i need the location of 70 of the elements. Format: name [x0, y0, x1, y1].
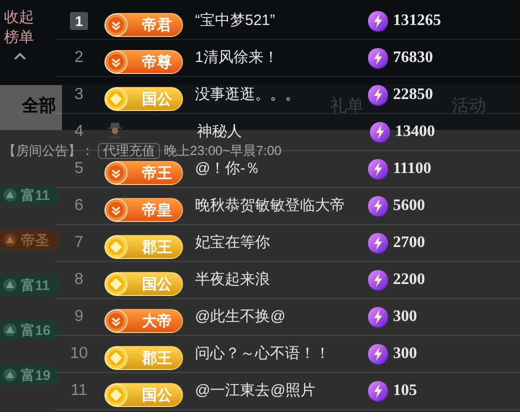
chevron-icon — [104, 309, 128, 333]
rank-number: 9 — [74, 307, 84, 327]
rank-number: 2 — [74, 48, 84, 68]
lightning-coin-icon — [367, 195, 389, 217]
lightning-coin-icon — [367, 158, 389, 180]
rank-badge: 大帝 — [105, 309, 183, 333]
rank-number: 11 — [70, 381, 88, 401]
chevron-icon — [104, 161, 128, 185]
user-name: 妃宝在等你 — [195, 232, 270, 253]
score: 300 — [392, 307, 417, 327]
lightning-coin-icon — [367, 343, 389, 365]
rank-badge: 郡王 — [105, 235, 183, 259]
lightning-coin-icon — [367, 306, 389, 328]
rank-number: 4 — [74, 122, 84, 142]
level-badge: 富11 — [0, 185, 60, 205]
user-name: 神秘人 — [197, 122, 242, 142]
score: 105 — [392, 381, 417, 401]
rank-number: 1 — [70, 12, 88, 30]
lightning-coin-icon — [367, 10, 389, 32]
collapse-ranking-button[interactable]: 收起榜单 — [4, 8, 36, 48]
rank-number: 6 — [74, 196, 84, 216]
score: 2700 — [392, 233, 425, 253]
level-badge: 富16 — [0, 320, 60, 340]
score: 13400 — [394, 122, 435, 142]
rank-number: 10 — [70, 344, 88, 364]
score: 5600 — [392, 196, 425, 216]
notice-tag: 代理充值 — [98, 143, 160, 159]
score: 300 — [392, 344, 417, 364]
user-name: “宝中梦521” — [195, 10, 276, 31]
lightning-coin-icon — [367, 47, 389, 69]
user-name: @！你-％ — [195, 158, 260, 179]
score: 2200 — [392, 270, 425, 290]
rank-badge: 国公 — [105, 87, 183, 111]
chevron-icon — [104, 50, 128, 74]
notice-text: 晚上23:00~早晨7:00 — [164, 144, 282, 158]
rank-badge: 国公 — [105, 383, 183, 407]
rank-badge: 帝皇 — [105, 198, 183, 222]
rank-badge: 帝尊 — [105, 50, 183, 74]
level-badge: 富19 — [0, 365, 60, 385]
rank-number: 5 — [74, 159, 84, 179]
caret-up-icon[interactable] — [14, 52, 26, 60]
rank-badge: 郡王 — [105, 346, 183, 370]
rank-badge: 国公 — [105, 272, 183, 296]
hat-figure-icon — [107, 121, 123, 139]
lightning-coin-icon — [369, 121, 391, 143]
user-name: 晚秋恭贺敏敏登临大帝 — [195, 196, 345, 216]
lightning-coin-icon — [367, 269, 389, 291]
user-name: @一江東去@照片 — [195, 380, 316, 401]
lightning-coin-icon — [367, 84, 389, 106]
rank-number: 7 — [74, 233, 84, 253]
user-name: 1清风徐来！ — [195, 48, 278, 68]
rank-badge: 帝王 — [105, 161, 183, 185]
lightning-coin-icon — [367, 232, 389, 254]
chevron-icon — [104, 13, 128, 37]
rank-badge: 帝君 — [105, 13, 183, 37]
score: 76830 — [392, 48, 433, 68]
rank-number: 8 — [74, 270, 84, 290]
score: 11100 — [392, 159, 432, 179]
lightning-coin-icon — [367, 380, 389, 402]
user-name: @此生不换@ — [195, 306, 286, 327]
level-badge: 帝圣 — [0, 230, 60, 250]
user-name: 半夜起来浪 — [195, 270, 270, 290]
score: 22850 — [392, 85, 433, 105]
chevron-icon — [104, 198, 128, 222]
user-name: 没事逛逛。。。 — [195, 84, 300, 105]
notice-label: 【房间公告】： — [3, 144, 94, 158]
rank-number: 3 — [74, 85, 84, 105]
level-badge: 富11 — [0, 275, 60, 295]
score: 131265 — [392, 11, 441, 31]
user-name: 问心？～心不语！！ — [195, 344, 330, 364]
